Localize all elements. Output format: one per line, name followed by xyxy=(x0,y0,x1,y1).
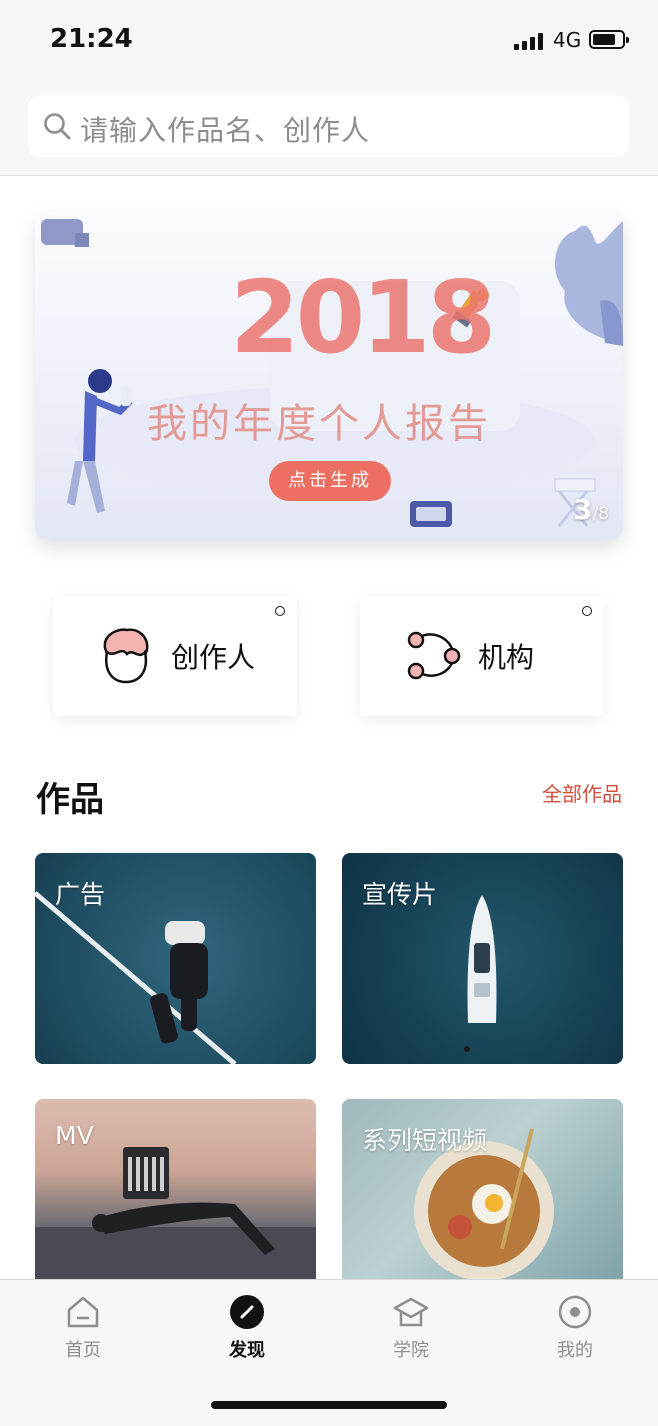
profile-icon xyxy=(558,1295,592,1329)
tab-discover[interactable]: 发现 xyxy=(197,1294,297,1362)
tab-home[interactable]: 首页 xyxy=(33,1294,133,1362)
tv-icon xyxy=(410,501,452,527)
plant-icon xyxy=(554,221,623,346)
banner-page-total: /8 xyxy=(592,504,609,524)
annual-report-banner[interactable]: 2018 我的年度个人报告 点击生成 3/8 xyxy=(35,211,623,540)
organization-indicator-dot xyxy=(582,606,592,616)
category-label-series: 系列短视频 xyxy=(362,1126,488,1155)
banner-page-current: 3 xyxy=(572,493,593,526)
tab-academy[interactable]: 学院 xyxy=(361,1294,461,1362)
category-card-series[interactable]: 系列短视频 xyxy=(342,1099,623,1279)
organization-entry-card[interactable]: 机构 xyxy=(360,596,604,716)
banner-page-indicator: 3/8 xyxy=(573,493,609,526)
banner-title: 我的年度个人报告 xyxy=(147,401,491,447)
tab-profile-label: 我的 xyxy=(557,1340,593,1361)
organization-network-icon xyxy=(407,631,461,680)
category-card-ad[interactable]: 广告 xyxy=(35,853,316,1064)
category-card-mv[interactable]: MV xyxy=(35,1099,316,1279)
search-input[interactable]: 请输入作品名、创作人 xyxy=(80,109,370,149)
status-time: 21:24 xyxy=(50,24,133,54)
generate-report-button[interactable]: 点击生成 xyxy=(269,461,391,501)
home-icon xyxy=(67,1296,99,1328)
category-label-ad: 广告 xyxy=(55,880,106,909)
academy-icon xyxy=(393,1297,429,1327)
tab-academy-label: 学院 xyxy=(393,1340,429,1361)
camera-icon xyxy=(41,219,89,247)
creator-indicator-dot xyxy=(275,606,285,616)
status-bar: 21:24 4G xyxy=(0,0,658,80)
category-label-promo: 宣传片 xyxy=(362,880,438,909)
header-area: 21:24 4G 请输入作品名、创作人 xyxy=(0,0,658,176)
category-card-promo[interactable]: 宣传片 xyxy=(342,853,623,1064)
works-section-title: 作品 xyxy=(36,780,104,820)
banner-year: 2018 xyxy=(230,259,496,376)
search-icon xyxy=(44,113,71,140)
creator-entry-card[interactable]: 创作人 xyxy=(53,596,297,716)
creator-entry-label: 创作人 xyxy=(171,641,256,674)
organization-entry-label: 机构 xyxy=(478,641,535,674)
tab-discover-label: 发现 xyxy=(229,1340,265,1361)
search-bar[interactable]: 请输入作品名、创作人 xyxy=(28,95,629,157)
creator-face-icon xyxy=(103,628,149,684)
all-works-link[interactable]: 全部作品 xyxy=(542,778,622,807)
network-type: 4G xyxy=(553,28,582,52)
discover-icon xyxy=(230,1295,264,1329)
cellular-signal-icon xyxy=(514,32,548,50)
battery-icon xyxy=(589,30,629,49)
tab-profile[interactable]: 我的 xyxy=(525,1294,625,1362)
tab-home-label: 首页 xyxy=(65,1340,101,1361)
category-label-mv: MV xyxy=(55,1121,94,1150)
home-indicator xyxy=(211,1401,447,1409)
